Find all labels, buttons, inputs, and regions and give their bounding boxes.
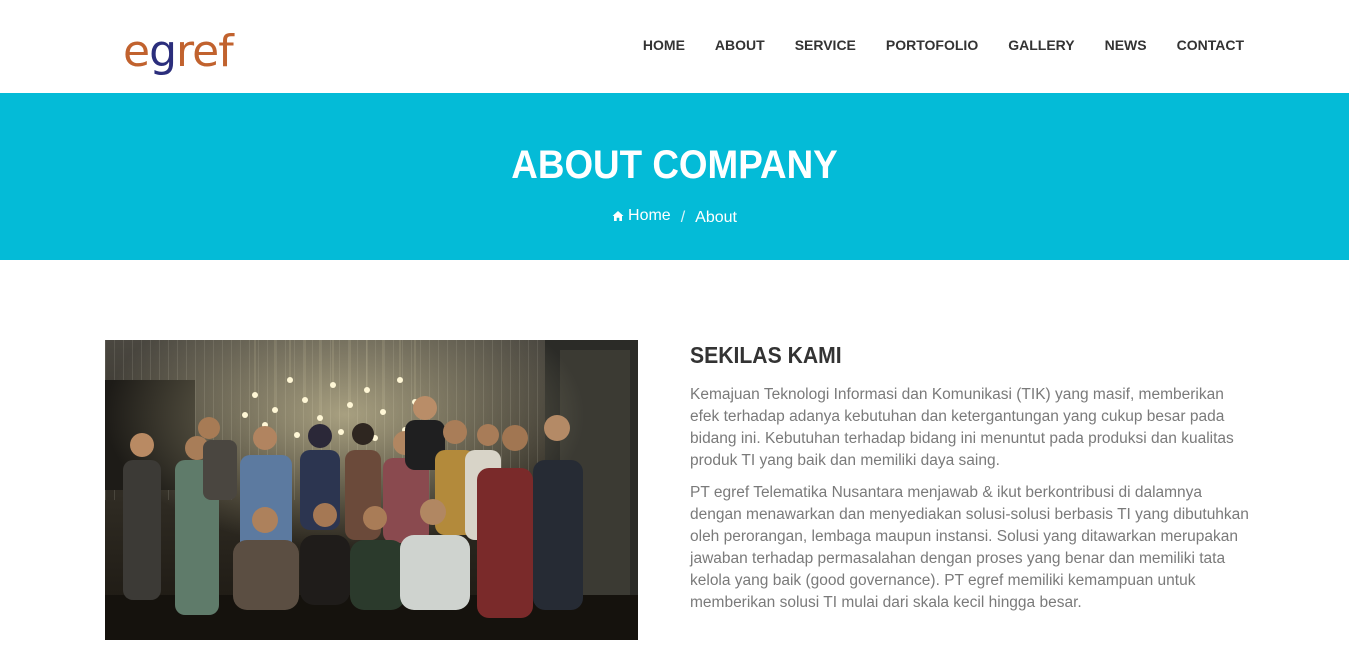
page-banner: ABOUT COMPANY Home / About (0, 93, 1349, 260)
breadcrumb: Home / About (0, 206, 1349, 228)
breadcrumb-home-label: Home (628, 207, 671, 224)
home-icon (612, 211, 624, 221)
section-title: SEKILAS KAMI (690, 342, 842, 368)
nav-about[interactable]: ABOUT (715, 37, 765, 53)
nav-contact[interactable]: CONTACT (1177, 37, 1244, 53)
nav-portofolio[interactable]: PORTOFOLIO (886, 37, 978, 53)
logo-letters-ref: ref (176, 26, 234, 77)
site-header: egref HOME ABOUT SERVICE PORTOFOLIO GALL… (0, 0, 1349, 93)
logo-letter-e: e (123, 26, 150, 77)
page-title: ABOUT COMPANY (511, 143, 838, 187)
egref-logo[interactable]: egref (123, 24, 234, 80)
nav-home[interactable]: HOME (643, 37, 685, 53)
nav-news[interactable]: NEWS (1105, 37, 1147, 53)
about-paragraph: PT egref Telematika Nusantara menjawab &… (690, 484, 1249, 611)
breadcrumb-current: About (695, 209, 737, 226)
breadcrumb-home-link[interactable]: Home (612, 206, 671, 226)
breadcrumb-separator: / (680, 209, 686, 226)
main-nav: HOME ABOUT SERVICE PORTOFOLIO GALLERY NE… (613, 37, 1244, 53)
logo-letter-g: g (149, 26, 177, 77)
nav-service[interactable]: SERVICE (795, 37, 856, 53)
nav-gallery[interactable]: GALLERY (1008, 37, 1074, 53)
team-photo (105, 340, 638, 640)
team-photo-image (105, 340, 638, 640)
about-paragraph: Kemajuan Teknologi Informasi dan Komunik… (690, 386, 1234, 469)
